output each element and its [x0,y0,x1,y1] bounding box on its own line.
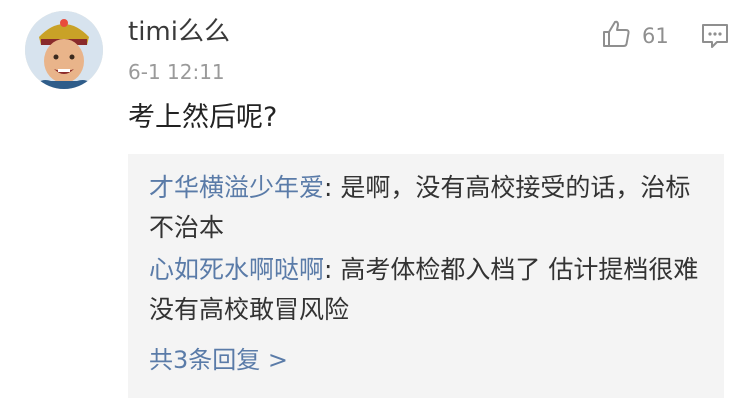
reply-separator: : [324,173,341,202]
like-button[interactable]: 61 [600,18,669,54]
reply-button[interactable] [700,21,730,51]
comment-timestamp: 6-1 12:11 [128,60,225,84]
replies-box: 才华横溢少年爱: 是啊，没有高校接受的话，治标不治本 心如死水啊哒啊: 高考体检… [128,154,724,398]
like-count: 61 [642,24,669,48]
reply-author[interactable]: 才华横溢少年爱 [149,173,324,202]
avatar[interactable] [25,11,103,89]
thumbs-up-icon [600,18,632,54]
reply-item: 心如死水啊哒啊: 高考体检都入档了 估计提档很难 没有高校敢冒风险 [149,250,709,330]
comment-text: 考上然后呢? [128,102,278,133]
comment-bubble-icon [700,24,730,55]
view-more-replies-link[interactable]: 共3条回复 > [149,342,288,378]
avatar-image [25,11,103,89]
reply-separator: : [324,255,341,284]
reply-author[interactable]: 心如死水啊哒啊 [149,255,324,284]
username[interactable]: timi么么 [128,14,230,50]
reply-item: 才华横溢少年爱: 是啊，没有高校接受的话，治标不治本 [149,168,709,248]
